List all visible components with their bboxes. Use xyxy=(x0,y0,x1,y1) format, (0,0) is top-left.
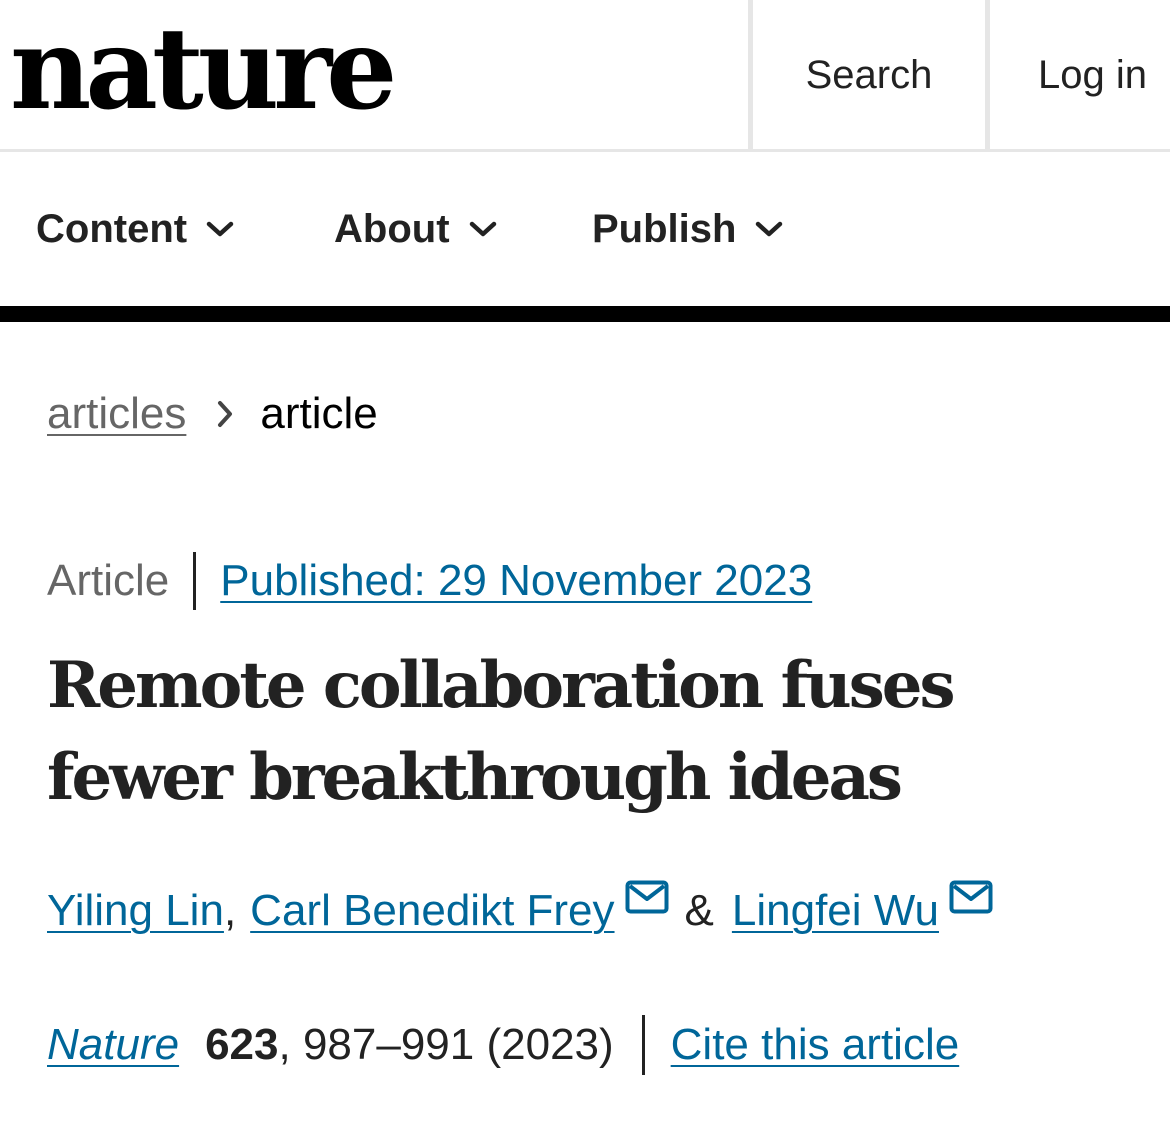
main-nav: Content About Publish xyxy=(0,152,1170,306)
published-date-link[interactable]: Published: 29 November 2023 xyxy=(220,556,812,606)
journal-link[interactable]: Nature xyxy=(47,1020,179,1070)
author-link-carl-benedikt-frey[interactable]: Carl Benedikt Frey xyxy=(250,886,614,936)
nav-item-publish[interactable]: Publish xyxy=(592,152,784,306)
article-type: Article xyxy=(47,556,170,605)
mail-icon[interactable] xyxy=(949,880,993,914)
breadcrumb: articles article xyxy=(47,386,378,442)
mail-icon[interactable] xyxy=(625,880,669,914)
volume-number: 623 xyxy=(205,1020,279,1069)
author-separator: & xyxy=(684,886,714,935)
citation-divider xyxy=(641,1015,645,1075)
login-button[interactable]: Log in xyxy=(990,0,1170,150)
author-link-yiling-lin[interactable]: Yiling Lin xyxy=(47,886,224,936)
nav-item-label: Content xyxy=(36,206,188,251)
author-link-lingfei-wu[interactable]: Lingfei Wu xyxy=(732,886,939,936)
meta-divider xyxy=(193,552,197,610)
chevron-down-icon xyxy=(469,221,496,237)
nav-rule xyxy=(0,306,1170,322)
chevron-right-icon xyxy=(216,399,234,429)
cite-this-article-link[interactable]: Cite this article xyxy=(671,1020,960,1070)
chevron-down-icon xyxy=(206,221,234,237)
article-title: Remote collaboration fuses fewer breakth… xyxy=(47,648,955,815)
page-range: , 987–991 (2023) xyxy=(278,1020,614,1069)
site-header: nature Search Log in xyxy=(0,0,1170,152)
nav-item-about[interactable]: About xyxy=(334,152,498,306)
nav-item-label: Publish xyxy=(592,206,737,251)
nature-logo[interactable]: nature xyxy=(10,14,397,126)
author-list: Yiling Lin , Carl Benedikt Frey & Lingfe… xyxy=(47,876,993,946)
nav-item-content[interactable]: Content xyxy=(36,152,235,306)
article-meta: Article Published: 29 November 2023 xyxy=(47,552,812,610)
breadcrumb-link-articles[interactable]: articles xyxy=(47,389,186,439)
search-button[interactable]: Search xyxy=(753,0,985,150)
nav-item-label: About xyxy=(334,206,450,251)
breadcrumb-current: article xyxy=(260,389,378,438)
author-separator: , xyxy=(223,886,237,935)
citation-line: Nature 623 , 987–991 (2023) Cite this ar… xyxy=(47,1014,959,1076)
chevron-down-icon xyxy=(756,221,783,237)
